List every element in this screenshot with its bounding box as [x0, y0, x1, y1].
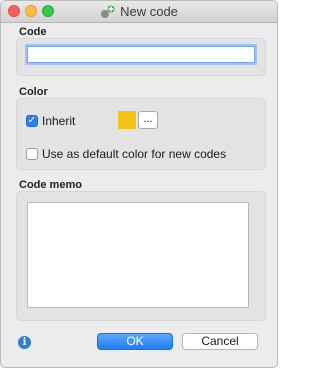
- dialog-window: New code Code Color ✓ Inherit ... Use as…: [0, 0, 278, 368]
- default-color-label: Use as default color for new codes: [42, 147, 227, 161]
- title-bar: New code: [1, 1, 277, 23]
- memo-section-label: Code memo: [19, 179, 82, 191]
- choose-color-button[interactable]: ...: [138, 111, 158, 129]
- ok-button[interactable]: OK: [97, 333, 173, 350]
- inherit-checkbox[interactable]: ✓: [26, 115, 38, 127]
- cancel-button[interactable]: Cancel: [182, 333, 258, 350]
- code-name-input[interactable]: [27, 46, 255, 63]
- window-title: New code: [120, 4, 178, 19]
- code-section-label: Code: [19, 26, 47, 38]
- new-code-icon: [100, 5, 116, 19]
- inherit-label: Inherit: [42, 114, 76, 128]
- info-icon[interactable]: i: [18, 336, 31, 349]
- default-color-checkbox[interactable]: [26, 148, 38, 160]
- color-section-label: Color: [19, 86, 48, 98]
- color-swatch[interactable]: [118, 111, 136, 129]
- code-memo-textarea[interactable]: [27, 202, 249, 308]
